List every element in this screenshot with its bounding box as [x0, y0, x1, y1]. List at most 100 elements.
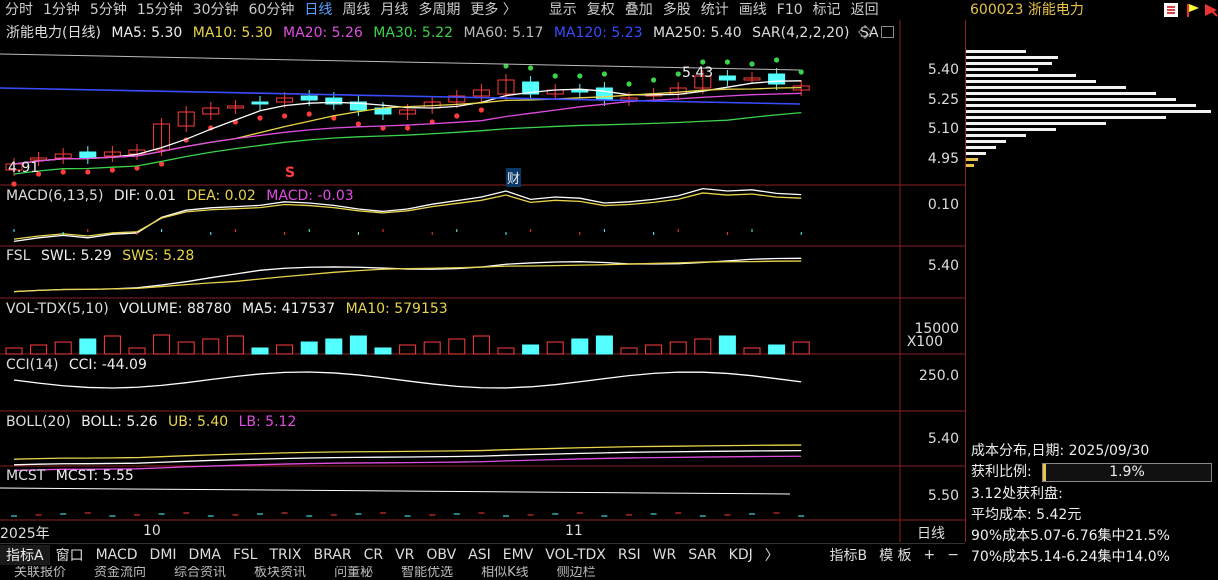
toolbar-right-5[interactable]: 画线 — [734, 0, 772, 20]
function-tab-5[interactable]: 智能优选 — [401, 566, 453, 580]
avg-cost-line: 平均成本: 5.42元 — [971, 507, 1082, 523]
vol-bar-19 — [472, 335, 490, 355]
sar-dot-11 — [282, 113, 288, 119]
indicator-tab-10[interactable]: OBV — [420, 547, 462, 563]
toolbar-left-10[interactable]: 更多 〉 — [465, 0, 521, 20]
toolbar-left-9[interactable]: 多周期 — [413, 0, 465, 20]
profit-label: 获利比例: — [971, 464, 1032, 480]
function-tab-0[interactable]: 关联报价 — [14, 566, 66, 580]
indicator-tab-right-3[interactable]: − — [941, 547, 965, 563]
vol-bar-15 — [374, 347, 392, 355]
sar-dot-16 — [405, 125, 411, 131]
indicator-tab-8[interactable]: CR — [358, 547, 390, 563]
vol-legend: VOL-TDX(5,10) VOLUME: 88780 MA5: 417537 … — [6, 300, 454, 318]
indicator-tab-7[interactable]: BRAR — [307, 547, 357, 563]
x-label-year: 2025年 — [0, 526, 50, 542]
cost-bar-7 — [966, 92, 1156, 95]
indicator-tab-6[interactable]: TRIX — [263, 547, 307, 563]
indicator-tab-right-2[interactable]: + — [918, 547, 942, 563]
indicator-tab-15[interactable]: WR — [647, 547, 683, 563]
high-price-label: 5.43 — [682, 65, 714, 81]
ma120-line — [0, 87, 801, 105]
info-icon[interactable] — [1163, 2, 1179, 18]
vol-bar-27 — [669, 341, 687, 355]
vol-bar-11 — [276, 344, 294, 355]
cost-bar-12 — [966, 122, 1106, 125]
toolbar-left-1[interactable]: 1分钟 — [38, 0, 85, 20]
sar-dot-29 — [724, 59, 731, 65]
indicator-tab-right-0[interactable]: 指标B — [823, 545, 873, 565]
vol-bar-22 — [546, 341, 564, 355]
ma250-value: MA250: 5.40 — [652, 25, 742, 41]
cost-histogram — [966, 50, 1211, 167]
indicator-tab-9[interactable]: VR — [389, 547, 420, 563]
toolbar-right-3[interactable]: 多股 — [658, 0, 696, 20]
period-toolbar: 分时 1分钟 5分钟 15分钟 30分钟 60分钟 日线 周线 月线 多周期 更多 〉 显示 复权 叠加多… — [0, 0, 965, 20]
candle-body-29 — [718, 75, 736, 81]
indicator-tab-0[interactable]: 指标A — [0, 544, 50, 565]
indicator-tab-16[interactable]: SAR — [682, 547, 722, 563]
fsl-name: FSL — [6, 248, 31, 264]
boll-lb: LB: 5.12 — [238, 414, 297, 430]
chart-title: 浙能电力(日线) — [6, 25, 101, 41]
toolbar-right-0[interactable]: 显示 — [544, 0, 582, 20]
indicator-tab-1[interactable]: 窗口 — [50, 545, 90, 565]
sell-marker: S — [285, 165, 296, 181]
toolbar-left-2[interactable]: 5分钟 — [85, 0, 132, 20]
toolbar-left-7[interactable]: 周线 — [337, 0, 375, 20]
indicator-tab-3[interactable]: DMI — [144, 547, 183, 563]
toolbar-left-6[interactable]: 日线 — [299, 0, 337, 20]
indicator-tab-4[interactable]: DMA — [183, 547, 227, 563]
sar-dot-26 — [651, 77, 657, 83]
cost-bar-10 — [966, 110, 1211, 113]
sar-label: SAR(4,2,2,20) — [752, 25, 850, 41]
indicator-tab-18[interactable]: 〉 — [759, 545, 785, 565]
cost-bar-13 — [966, 128, 1056, 131]
toolbar-left-0[interactable]: 分时 — [0, 0, 38, 20]
finance-marker[interactable]: 财 — [506, 168, 522, 187]
toolbar-right-2[interactable]: 叠加 — [620, 0, 658, 20]
vol-bar-25 — [620, 347, 638, 355]
toolbar-left-5[interactable]: 60分钟 — [244, 0, 300, 20]
function-tab-1[interactable]: 资金流向 — [94, 566, 146, 580]
toolbar-left-3[interactable]: 15分钟 — [132, 0, 188, 20]
x-period-label: 日线 — [917, 526, 945, 542]
function-tab-4[interactable]: 问董秘 — [334, 566, 373, 580]
bottom-function-bar: 关联报价 资金流向 综合资讯 板块资讯 问董秘 智能优选 相似K线 侧边栏 — [0, 566, 1218, 580]
flag-icon[interactable] — [1185, 2, 1201, 18]
toolbar-right-1[interactable]: 复权 — [582, 0, 620, 20]
function-tab-6[interactable]: 相似K线 — [481, 566, 529, 580]
toolbar-right-4[interactable]: 统计 — [696, 0, 734, 20]
toolbar-left-8[interactable]: 月线 — [375, 0, 413, 20]
vol-bar-5 — [128, 347, 146, 355]
vol-name: VOL-TDX(5,10) — [6, 301, 109, 317]
vol-bar-20 — [497, 347, 515, 355]
macd-dif: DIF: 0.01 — [113, 188, 177, 204]
indicator-tab-2[interactable]: MACD — [90, 547, 144, 563]
arrow-icon[interactable] — [1203, 2, 1218, 18]
toolbar-right-7[interactable]: 标记 — [808, 0, 846, 20]
indicator-tab-14[interactable]: RSI — [612, 547, 647, 563]
toolbar-left-4[interactable]: 30分钟 — [188, 0, 244, 20]
kline-chart[interactable] — [0, 20, 965, 542]
indicator-tab-right-1[interactable]: 模 板 — [873, 545, 917, 565]
candle-body-24 — [595, 87, 613, 101]
toolbar-right-6[interactable]: F10 — [772, 0, 808, 20]
indicator-tab-5[interactable]: FSL — [227, 547, 264, 563]
sar-dot-23 — [577, 73, 583, 79]
indicator-tab-13[interactable]: VOL-TDX — [539, 547, 612, 563]
candle-body-10 — [251, 101, 269, 105]
indicator-tab-11[interactable]: ASI — [462, 547, 497, 563]
mcst-line — [0, 487, 791, 495]
vol-bar-31 — [768, 344, 786, 355]
function-tab-3[interactable]: 板块资讯 — [254, 566, 306, 580]
function-tab-2[interactable]: 综合资讯 — [174, 566, 226, 580]
window-toggle-icon[interactable] — [881, 26, 894, 38]
cost-bar-6 — [966, 86, 1126, 89]
indicator-tab-12[interactable]: EMV — [497, 547, 540, 563]
vol-bar-24 — [595, 335, 613, 355]
toolbar-right-8[interactable]: 返回 — [846, 0, 884, 20]
function-tab-7[interactable]: 侧边栏 — [557, 566, 596, 580]
mcst-legend: MCST MCST: 5.55 — [6, 467, 140, 485]
indicator-tab-17[interactable]: KDJ — [723, 547, 759, 563]
